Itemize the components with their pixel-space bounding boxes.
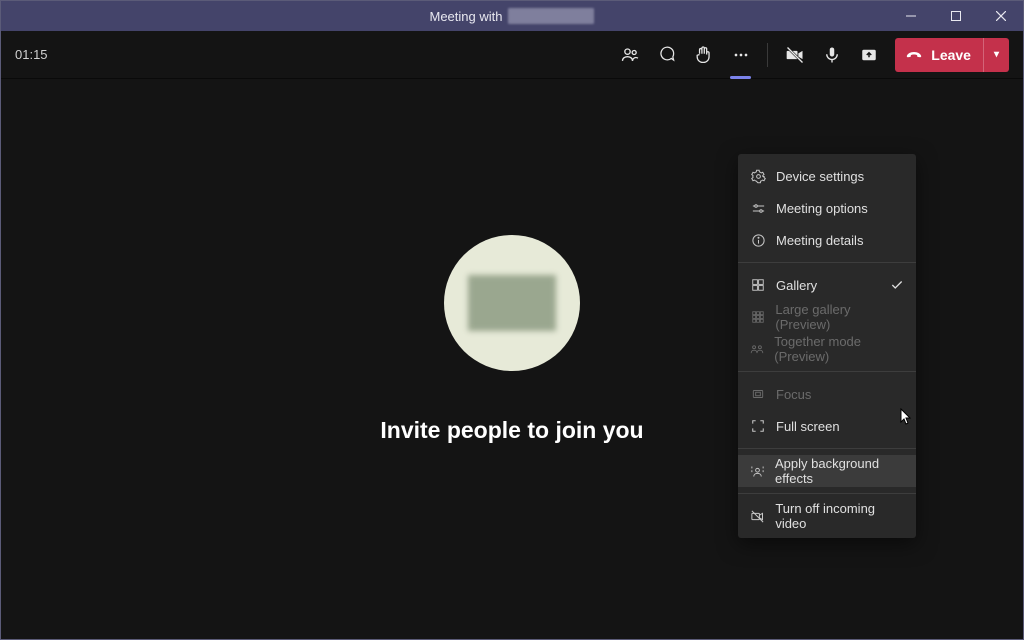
raise-hand-button[interactable] xyxy=(687,38,720,71)
menu-separator xyxy=(738,448,916,449)
menu-label: Turn off incoming video xyxy=(775,501,904,531)
menu-device-settings[interactable]: Device settings xyxy=(738,160,916,192)
menu-full-screen[interactable]: Full screen xyxy=(738,410,916,442)
avatar xyxy=(444,235,580,371)
menu-focus: Focus xyxy=(738,378,916,410)
info-icon xyxy=(750,233,766,248)
background-effects-icon xyxy=(750,464,765,479)
menu-separator xyxy=(738,493,916,494)
chevron-down-icon[interactable]: ▾ xyxy=(994,49,999,60)
focus-icon xyxy=(750,387,766,401)
leave-label: Leave xyxy=(931,47,971,63)
menu-meeting-options[interactable]: Meeting options xyxy=(738,192,916,224)
hangup-icon xyxy=(905,46,923,64)
menu-label: Together mode (Preview) xyxy=(774,334,904,364)
menu-gallery[interactable]: Gallery xyxy=(738,269,916,301)
close-button[interactable] xyxy=(978,1,1023,31)
menu-label: Device settings xyxy=(776,169,864,184)
menu-label: Meeting details xyxy=(776,233,863,248)
camera-button[interactable] xyxy=(778,38,811,71)
menu-label: Full screen xyxy=(776,419,840,434)
fullscreen-icon xyxy=(750,419,766,433)
menu-apply-background-effects[interactable]: Apply background effects xyxy=(738,455,916,487)
menu-label: Large gallery (Preview) xyxy=(775,302,904,332)
meeting-stage: Invite people to join you Device setting… xyxy=(1,79,1023,639)
toolbar-controls: Leave ▾ xyxy=(613,38,1009,72)
title-prefix: Meeting with xyxy=(430,9,503,24)
toolbar-divider xyxy=(767,43,768,67)
invite-heading: Invite people to join you xyxy=(380,417,643,444)
menu-turn-off-incoming-video[interactable]: Turn off incoming video xyxy=(738,500,916,532)
minimize-button[interactable] xyxy=(888,1,933,31)
menu-label: Apply background effects xyxy=(775,456,904,486)
menu-large-gallery: Large gallery (Preview) xyxy=(738,301,916,333)
more-actions-menu: Device settings Meeting options Meeting … xyxy=(738,154,916,538)
menu-label: Meeting options xyxy=(776,201,868,216)
sliders-icon xyxy=(750,201,766,216)
window-controls xyxy=(888,1,1023,31)
menu-label: Gallery xyxy=(776,278,817,293)
menu-separator xyxy=(738,262,916,263)
leave-button[interactable]: Leave ▾ xyxy=(895,38,1009,72)
meeting-window: Meeting with 01:15 xyxy=(0,0,1024,640)
gear-icon xyxy=(750,169,766,184)
grid-icon xyxy=(750,278,766,292)
video-off-icon xyxy=(750,509,765,524)
menu-meeting-details[interactable]: Meeting details xyxy=(738,224,916,256)
people-icon xyxy=(750,342,764,356)
menu-together-mode: Together mode (Preview) xyxy=(738,333,916,365)
call-timer: 01:15 xyxy=(15,47,48,62)
titlebar: Meeting with xyxy=(1,1,1023,31)
large-grid-icon xyxy=(750,310,765,324)
meeting-toolbar: 01:15 xyxy=(1,31,1023,79)
microphone-button[interactable] xyxy=(815,38,848,71)
chat-button[interactable] xyxy=(650,38,683,71)
leave-separator xyxy=(983,38,984,72)
menu-label: Focus xyxy=(776,387,811,402)
title-participant-name-redacted xyxy=(508,8,594,24)
share-button[interactable] xyxy=(852,38,885,71)
avatar-image-redacted xyxy=(468,275,556,331)
participants-button[interactable] xyxy=(613,38,646,71)
check-icon xyxy=(890,278,904,292)
more-actions-button[interactable] xyxy=(724,38,757,71)
maximize-button[interactable] xyxy=(933,1,978,31)
menu-separator xyxy=(738,371,916,372)
